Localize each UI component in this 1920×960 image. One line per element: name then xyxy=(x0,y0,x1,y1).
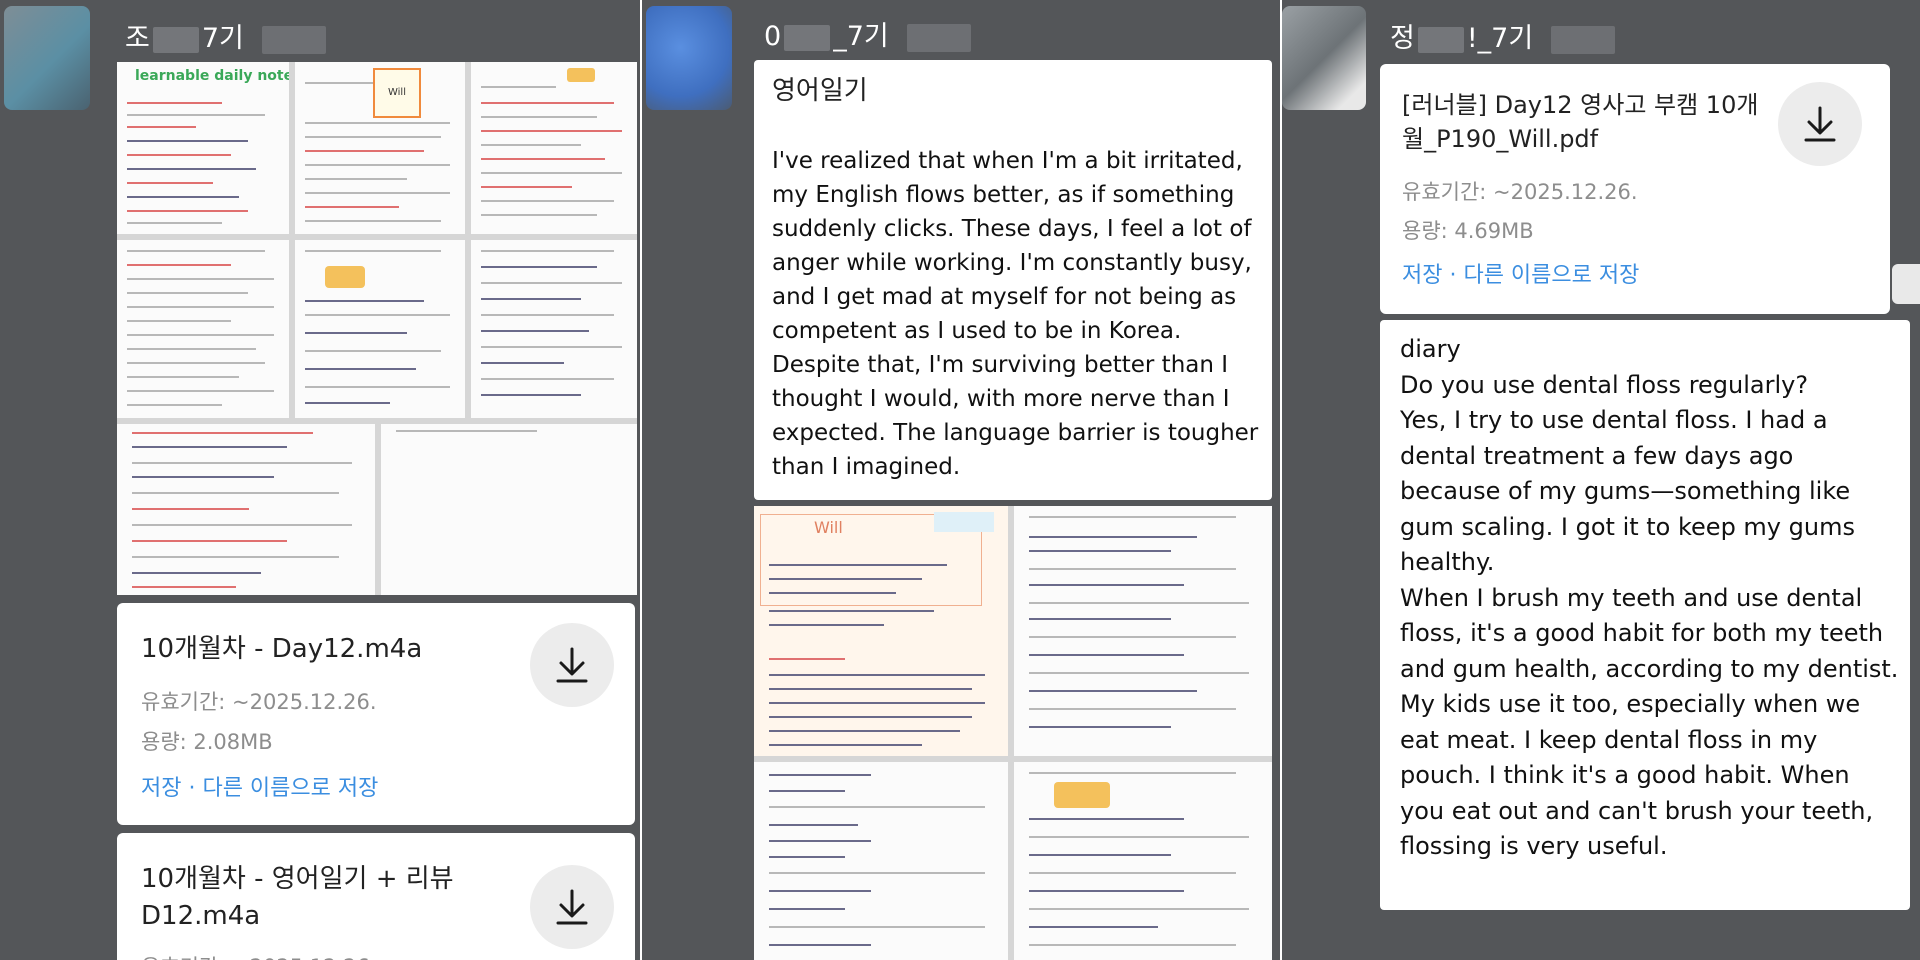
avatar[interactable] xyxy=(1282,6,1366,110)
file-card[interactable]: [러너블] Day12 영사고 부캠 10개월_P190_Will.pdf 유효… xyxy=(1380,64,1890,314)
file-card[interactable]: 10개월차 - 영어일기 + 리뷰D12.m4a 유효기간: ~2025.12.… xyxy=(117,833,635,960)
note-thumbnail[interactable] xyxy=(381,424,637,595)
download-button[interactable] xyxy=(530,865,614,949)
message-text: I've realized that when I'm a bit irrita… xyxy=(772,148,1259,480)
note-thumbnail[interactable]: learnable daily note xyxy=(117,62,289,234)
note-thumbnail[interactable] xyxy=(117,424,375,595)
diary-page-thumbnail[interactable] xyxy=(1014,506,1272,756)
download-arrow-icon xyxy=(556,889,588,925)
save-links[interactable]: 저장 · 다른 이름으로 저장 xyxy=(1402,257,1639,289)
file-expiry: 유효기간: ~2025.12.26. xyxy=(1402,180,1638,204)
note-thumbnail[interactable] xyxy=(471,62,637,234)
redacted-mark xyxy=(906,23,971,52)
note-thumbnail[interactable]: Will xyxy=(295,62,465,234)
diary-paragraph: When I brush my teeth and use dental flo… xyxy=(1400,583,1899,683)
avatar[interactable] xyxy=(4,6,90,110)
note-thumbnail[interactable] xyxy=(295,240,465,418)
chat-panel-2: 0 _7기 영어일기 I've realized that when I'm a … xyxy=(642,0,1280,960)
sender-name-first: 정 xyxy=(1390,23,1415,54)
file-size: 용량: 4.69MB xyxy=(1402,219,1534,243)
sender-name-cohort: !_7기 xyxy=(1466,23,1534,54)
redacted-mark xyxy=(1551,25,1616,54)
sender-name: 0 _7기 xyxy=(764,14,971,53)
chat-panel-3: 정 !_7기 [러너블] Day12 영사고 부캠 10개월_P190_Will.… xyxy=(1282,0,1920,960)
sender-name: 조 7기 xyxy=(125,16,326,55)
message-title: 영어일기 xyxy=(772,76,868,106)
sender-name-first: 조 xyxy=(125,23,150,54)
redacted-mark xyxy=(1417,26,1464,53)
redacted-mark xyxy=(784,24,831,51)
diary-paragraph: Yes, I try to use dental floss. I had a … xyxy=(1400,406,1855,576)
chat-panel-1: 조 7기 learnable daily note Will 10개월차 - D… xyxy=(0,0,640,960)
note-title: learnable daily note xyxy=(135,68,289,84)
diary-page-thumbnail[interactable]: Will xyxy=(754,506,1008,756)
scroll-edge-tab[interactable] xyxy=(1892,264,1920,304)
file-card[interactable]: 10개월차 - Day12.m4a 유효기간: ~2025.12.26. 용량:… xyxy=(117,603,635,825)
redacted-mark xyxy=(152,26,199,53)
download-arrow-icon xyxy=(556,647,588,683)
message-bubble[interactable]: diary Do you use dental floss regularly?… xyxy=(1380,320,1910,910)
diary-page-thumbnail[interactable] xyxy=(754,762,1008,960)
sender-name-cohort: _7기 xyxy=(833,21,889,52)
download-arrow-icon xyxy=(1804,106,1836,142)
diary-paragraph: My kids use it too, especially when we e… xyxy=(1400,690,1874,860)
diary-page-thumbnail[interactable] xyxy=(1014,762,1272,960)
redacted-mark xyxy=(261,25,326,54)
diary-question: Do you use dental floss regularly? xyxy=(1400,370,1809,399)
file-name: [러너블] Day12 영사고 부캠 10개월_P190_Will.pdf xyxy=(1402,91,1759,153)
sender-name-first: 0 xyxy=(764,21,782,52)
save-links[interactable]: 저장 · 다른 이름으로 저장 xyxy=(141,770,378,802)
diary-text: diary Do you use dental floss regularly?… xyxy=(1400,332,1900,865)
word-card: Will xyxy=(373,68,421,118)
word-handwriting: Will xyxy=(814,518,843,537)
file-expiry: 유효기간: ~2025.12.26. xyxy=(141,951,377,960)
image-thumbnail-grid[interactable]: learnable daily note Will xyxy=(117,62,637,595)
image-thumbnail-grid[interactable]: Will xyxy=(754,506,1272,960)
sender-name: 정 !_7기 xyxy=(1390,16,1616,55)
file-size: 용량: 2.08MB xyxy=(141,730,273,754)
diary-label: diary xyxy=(1400,335,1461,363)
download-button[interactable] xyxy=(530,623,614,707)
download-button[interactable] xyxy=(1778,82,1862,166)
note-thumbnail[interactable] xyxy=(471,240,637,418)
note-thumbnail[interactable] xyxy=(117,240,289,418)
sender-name-cohort: 7기 xyxy=(201,23,244,54)
message-bubble[interactable]: 영어일기 I've realized that when I'm a bit i… xyxy=(754,60,1272,500)
avatar[interactable] xyxy=(646,6,732,110)
file-name: 10개월차 - 영어일기 + 리뷰D12.m4a xyxy=(141,864,454,931)
file-expiry: 유효기간: ~2025.12.26. xyxy=(141,690,377,714)
file-name: 10개월차 - Day12.m4a xyxy=(141,634,423,664)
